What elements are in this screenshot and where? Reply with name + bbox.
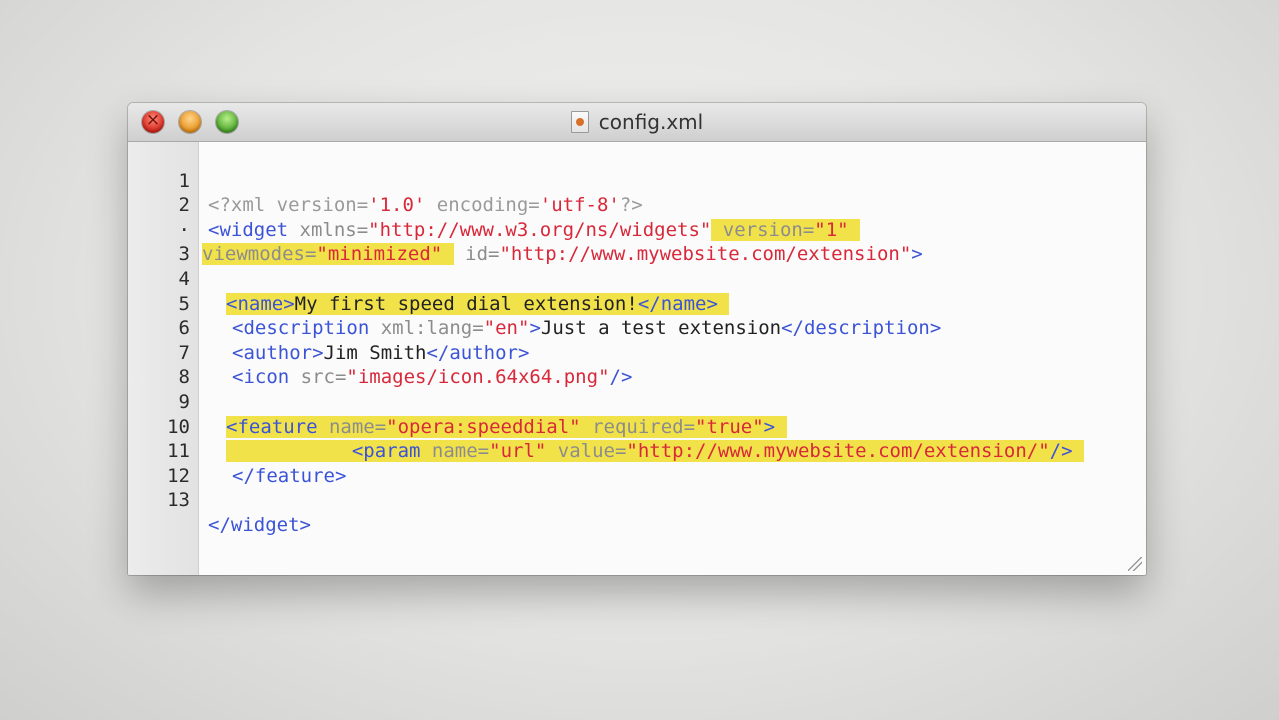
- code-line: · viewmodes="minimized" id="http://www.m…: [128, 193, 1146, 266]
- window-title: config.xml: [598, 110, 704, 134]
- code-editor[interactable]: 1 <?xml version='1.0' encoding='utf-8'?>…: [128, 142, 1146, 575]
- code-line: 9 <feature name="opera:speeddial" requir…: [128, 365, 1146, 438]
- code-line: 11 </feature>: [128, 415, 1146, 487]
- code-line: 12: [128, 439, 1146, 487]
- resize-grip-icon[interactable]: [1128, 557, 1142, 571]
- code-line: 5 <description xml:lang="en">Just a test…: [128, 267, 1146, 340]
- code-line: 10 <param name="url" value="http://www.m…: [128, 390, 1146, 463]
- xml-tag: </widget>: [208, 513, 311, 536]
- editor-window: config.xml 1 <?xml version='1.0' encodin…: [128, 103, 1146, 575]
- title-bar[interactable]: config.xml: [128, 103, 1146, 142]
- code-line: 6 <author>Jim Smith</author>: [128, 292, 1146, 364]
- code-line: 3: [128, 218, 1146, 265]
- code-line: 4 <name>My first speed dial extension!</…: [128, 242, 1146, 315]
- code-area[interactable]: 1 <?xml version='1.0' encoding='utf-8'?>…: [128, 144, 1146, 536]
- xml-file-icon: [570, 111, 589, 133]
- title-area: config.xml: [128, 103, 1146, 141]
- code-line: 8: [128, 341, 1146, 388]
- code-line: 1 <?xml version='1.0' encoding='utf-8'?>: [128, 144, 1146, 217]
- line-text: </widget>: [208, 513, 311, 538]
- code-line: 7 <icon src="images/icon.64x64.png"/>: [128, 316, 1146, 389]
- line-number: 13: [167, 489, 190, 512]
- code-line: 2 <widget xmlns="http://www.w3.org/ns/wi…: [128, 169, 1146, 241]
- code-line: 13 </widget>: [128, 464, 1146, 536]
